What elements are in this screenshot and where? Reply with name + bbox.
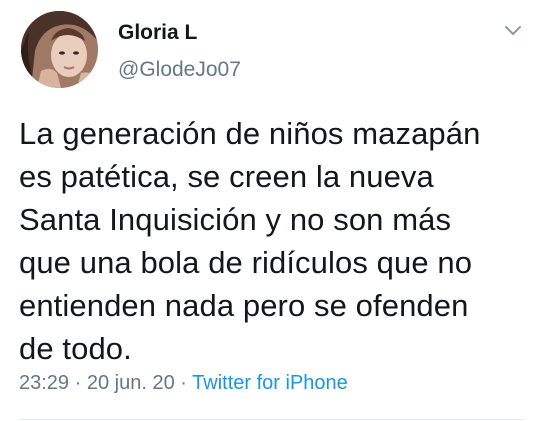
tweet-text-line: entienden nada pero se ofenden [19, 288, 469, 323]
meta-separator: · [74, 372, 82, 394]
tweet-text-line: de todo. [19, 331, 132, 366]
tweet-text-line: que una bola de ridículos que no [19, 245, 473, 280]
tweet-meta: 23:29 · 20 jun. 20 · Twitter for iPhone [19, 372, 348, 395]
tweet-date[interactable]: 20 jun. 20 [87, 372, 175, 394]
profile-photo-icon [21, 11, 98, 88]
avatar[interactable] [21, 11, 98, 88]
meta-separator: · [180, 372, 187, 394]
author-display-name[interactable]: Gloria L [118, 21, 197, 45]
tweet-source-link[interactable]: Twitter for iPhone [192, 372, 348, 394]
tweet-time[interactable]: 23:29 [19, 372, 69, 394]
tweet-text-line: Santa Inquisición y no son más [19, 202, 452, 237]
divider [19, 419, 523, 420]
tweet: Gloria L @GlodeJo07 La generación de niñ… [0, 0, 540, 421]
tweet-text-line: La generación de niños mazapán [19, 116, 481, 151]
tweet-text-line: es patética, se creen la nueva [19, 159, 434, 194]
author-handle[interactable]: @GlodeJo07 [118, 58, 241, 82]
chevron-down-icon[interactable] [504, 24, 522, 38]
tweet-text: La generación de niños mazapán es patéti… [19, 112, 524, 370]
